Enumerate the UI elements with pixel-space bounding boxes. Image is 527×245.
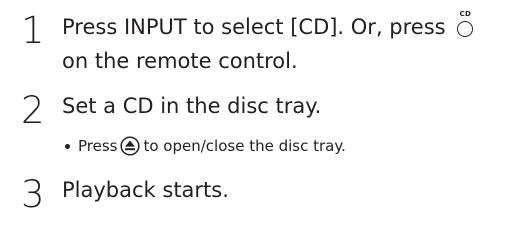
instruction-steps: 1 Press INPUT to select [CD]. Or, press … (0, 0, 527, 245)
cd-button-label: CD (459, 10, 472, 18)
cd-button-icon: CD (454, 10, 476, 40)
step-2-bullet: Press to open/close the disc tray. (65, 135, 346, 157)
eject-icon (120, 136, 141, 156)
step-3-text: Playback starts. (62, 178, 229, 202)
bullet-dot (65, 143, 70, 149)
step-2-text: Set a CD in the disc tray. (62, 94, 322, 118)
bullet-text-after: to open/close the disc tray. (143, 137, 346, 155)
step-1-text: Press INPUT to select [CD]. Or, press (62, 15, 446, 39)
step-number-3: 3 (21, 173, 45, 216)
cd-button-circle (457, 21, 474, 37)
step-number-2: 2 (21, 89, 45, 132)
step-1-line-2: on the remote control. (62, 49, 298, 73)
step-1-line-1: Press INPUT to select [CD]. Or, press CD (62, 10, 476, 44)
bullet-text-before: Press (78, 137, 118, 155)
step-number-1: 1 (21, 9, 45, 52)
